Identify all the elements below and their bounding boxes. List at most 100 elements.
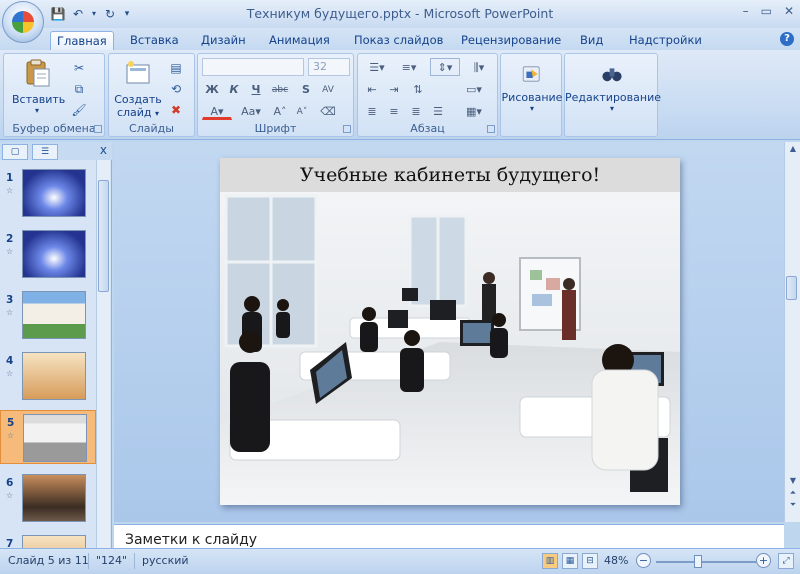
- font-launcher-icon[interactable]: [343, 125, 351, 133]
- slides-tab-icon[interactable]: ▢: [2, 144, 28, 160]
- cut-icon[interactable]: ✂: [70, 60, 88, 76]
- tab-review[interactable]: Рецензирование: [455, 31, 567, 50]
- underline-button[interactable]: Ч: [246, 80, 266, 98]
- drawing-group[interactable]: Рисование ▾: [500, 53, 562, 137]
- thumbnail-image[interactable]: [22, 230, 86, 278]
- strikethrough-button[interactable]: abc: [270, 80, 290, 98]
- status-divider: [88, 553, 89, 569]
- align-center-icon[interactable]: ≡: [384, 102, 404, 120]
- text-direction-icon[interactable]: ⇅: [408, 80, 428, 98]
- close-panel-icon[interactable]: x: [100, 143, 107, 157]
- clipboard-launcher-icon[interactable]: [94, 125, 102, 133]
- align-right-icon[interactable]: ≣: [406, 102, 426, 120]
- thumbnail-image[interactable]: [23, 414, 87, 462]
- main-scroll-thumb[interactable]: [786, 276, 797, 300]
- shrink-font-button[interactable]: A˅: [292, 102, 312, 120]
- animation-icon: ☆: [6, 247, 14, 256]
- new-slide-button[interactable]: Создать слайд ▾: [113, 58, 163, 119]
- tab-view[interactable]: Вид: [574, 31, 609, 50]
- zoom-level[interactable]: 48%: [604, 554, 628, 567]
- classroom-photo[interactable]: [220, 192, 680, 505]
- zoom-out-icon[interactable]: −: [636, 553, 651, 568]
- tab-design[interactable]: Дизайн: [195, 31, 252, 50]
- slideshow-view-icon[interactable]: ⊟: [582, 553, 598, 569]
- close-button[interactable]: ✕: [784, 4, 794, 18]
- paragraph-launcher-icon[interactable]: [487, 125, 495, 133]
- window-controls: – ▭ ✕: [743, 4, 794, 18]
- thumbnail-image[interactable]: [22, 169, 86, 217]
- line-spacing-icon[interactable]: ⇕▾: [430, 58, 460, 76]
- slide-title[interactable]: Учебные кабинеты будущего!: [220, 158, 680, 192]
- normal-view-icon[interactable]: ▥: [542, 553, 558, 569]
- current-slide[interactable]: Учебные кабинеты будущего!: [220, 158, 680, 505]
- tab-home[interactable]: Главная: [50, 31, 114, 50]
- slides-panel-scrollbar[interactable]: [96, 160, 110, 548]
- columns-icon[interactable]: ⫼▾: [464, 58, 494, 76]
- change-case-button[interactable]: Aa▾: [236, 102, 266, 120]
- italic-button[interactable]: К: [224, 80, 244, 98]
- drawing-button[interactable]: Рисование ▾: [501, 62, 563, 113]
- slide-sorter-icon[interactable]: ▦: [562, 553, 578, 569]
- copy-icon[interactable]: ⧉: [70, 81, 88, 97]
- editing-label: Редактирование: [565, 91, 661, 104]
- delete-slide-icon[interactable]: ✖: [167, 102, 185, 118]
- help-icon[interactable]: ?: [780, 32, 794, 46]
- slide-counter: Слайд 5 из 11: [8, 554, 89, 567]
- slide-thumbnail[interactable]: 3 ☆: [0, 288, 96, 342]
- numbering-icon[interactable]: ≡▾: [394, 58, 424, 76]
- slide-thumbnail[interactable]: 6 ☆: [0, 471, 96, 525]
- language-indicator[interactable]: русский: [142, 554, 189, 567]
- bullets-icon[interactable]: ☰▾: [362, 58, 392, 76]
- reset-slide-icon[interactable]: ⟲: [167, 81, 185, 97]
- restore-button[interactable]: ▭: [761, 4, 772, 18]
- thumbnail-image[interactable]: [22, 474, 86, 522]
- thumbnail-image[interactable]: [22, 291, 86, 339]
- notes-pane[interactable]: Заметки к слайду: [114, 524, 784, 548]
- office-button[interactable]: [2, 1, 44, 43]
- text-shadow-button[interactable]: S: [296, 80, 316, 98]
- tab-insert[interactable]: Вставка: [124, 31, 185, 50]
- format-painter-icon[interactable]: 🖌: [70, 102, 88, 118]
- editing-group[interactable]: Редактирование ▾: [564, 53, 661, 137]
- slide-thumbnail[interactable]: 4 ☆: [0, 349, 96, 403]
- fit-to-window-icon[interactable]: ⤢: [778, 553, 794, 569]
- grow-font-button[interactable]: A˄: [270, 102, 290, 120]
- paste-button[interactable]: Вставить ▾: [12, 58, 65, 115]
- decrease-indent-icon[interactable]: ⇤: [362, 80, 382, 98]
- bold-button[interactable]: Ж: [202, 80, 222, 98]
- minimize-button[interactable]: –: [743, 4, 749, 18]
- thumbnail-image[interactable]: [22, 352, 86, 400]
- outline-tab-icon[interactable]: ☰: [32, 144, 58, 160]
- scroll-up-icon[interactable]: ▲: [787, 144, 799, 153]
- slide-thumbnail[interactable]: 5 ☆: [0, 410, 96, 464]
- align-left-icon[interactable]: ≣: [362, 102, 382, 120]
- slide-thumbnail[interactable]: 2 ☆: [0, 227, 96, 281]
- clear-format-icon[interactable]: ⌫: [318, 102, 338, 120]
- layout-icon[interactable]: ▤: [167, 60, 185, 76]
- scroll-down-icon[interactable]: ▼: [787, 476, 799, 485]
- font-size-combo[interactable]: 32: [308, 58, 350, 76]
- char-spacing-button[interactable]: AV: [318, 80, 338, 98]
- new-slide-label-line2: слайд ▾: [116, 106, 160, 119]
- slide-thumbnail[interactable]: 1 ☆: [0, 166, 96, 220]
- next-slide-icon[interactable]: ⏷: [787, 500, 799, 510]
- tab-slideshow[interactable]: Показ слайдов: [348, 31, 449, 50]
- font-name-combo[interactable]: [202, 58, 304, 76]
- prev-slide-icon[interactable]: ⏶: [787, 488, 799, 498]
- tab-addins[interactable]: Надстройки: [623, 31, 708, 50]
- font-color-button[interactable]: A▾: [202, 102, 232, 120]
- main-scrollbar[interactable]: ▲ ▼ ⏶ ⏷: [784, 142, 800, 522]
- tab-animation[interactable]: Анимация: [263, 31, 336, 50]
- increase-indent-icon[interactable]: ⇥: [384, 80, 404, 98]
- slides-group: Создать слайд ▾ ▤ ⟲ ✖ Слайды: [108, 53, 195, 137]
- slides-panel-scroll-thumb[interactable]: [98, 180, 109, 292]
- theme-name[interactable]: "124": [96, 554, 127, 567]
- zoom-slider[interactable]: [656, 561, 756, 563]
- justify-icon[interactable]: ☰: [428, 102, 448, 120]
- zoom-in-icon[interactable]: +: [756, 553, 771, 568]
- slide-number: 4: [6, 355, 14, 367]
- smartart-icon[interactable]: ▦▾: [464, 102, 484, 120]
- zoom-slider-knob[interactable]: [694, 555, 702, 568]
- editing-button[interactable]: Редактирование ▾: [565, 62, 661, 113]
- align-text-icon[interactable]: ▭▾: [464, 80, 484, 98]
